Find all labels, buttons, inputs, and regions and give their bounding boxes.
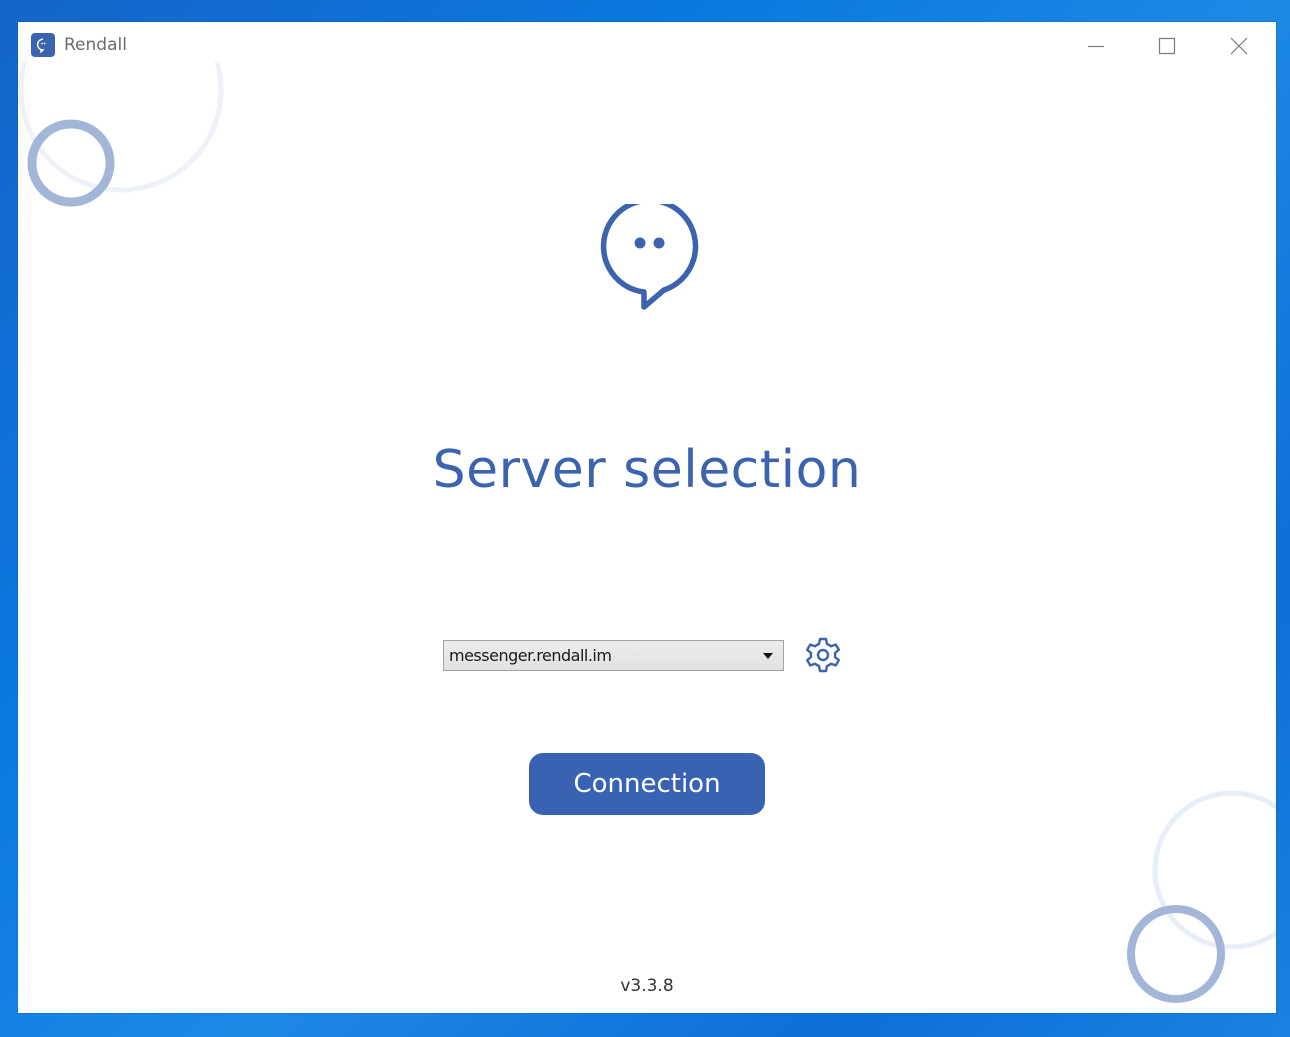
server-dropdown-value: messenger.rendall.im [449, 646, 612, 665]
chat-bubble-icon [600, 204, 699, 310]
page-title: Server selection [432, 440, 862, 500]
version-label: v3.3.8 [620, 976, 674, 996]
app-logo-icon [31, 33, 55, 57]
app-window: Rendall Server selection messenger.renda… [18, 22, 1276, 1013]
minimize-icon [1088, 45, 1104, 48]
decorative-circles-top-left [18, 62, 224, 207]
gear-icon [806, 637, 840, 673]
window-title: Rendall [64, 35, 127, 55]
minimize-button[interactable] [1076, 28, 1116, 64]
maximize-icon [1158, 37, 1176, 55]
dropdown-arrow-icon [753, 641, 783, 670]
close-button[interactable] [1219, 28, 1259, 64]
maximize-button[interactable] [1147, 28, 1187, 64]
connection-button[interactable]: Connection [529, 753, 765, 815]
server-dropdown[interactable]: messenger.rendall.im [443, 640, 784, 671]
server-settings-button[interactable] [803, 635, 843, 675]
close-icon [1230, 37, 1248, 55]
title-bar: Rendall [18, 22, 1276, 68]
